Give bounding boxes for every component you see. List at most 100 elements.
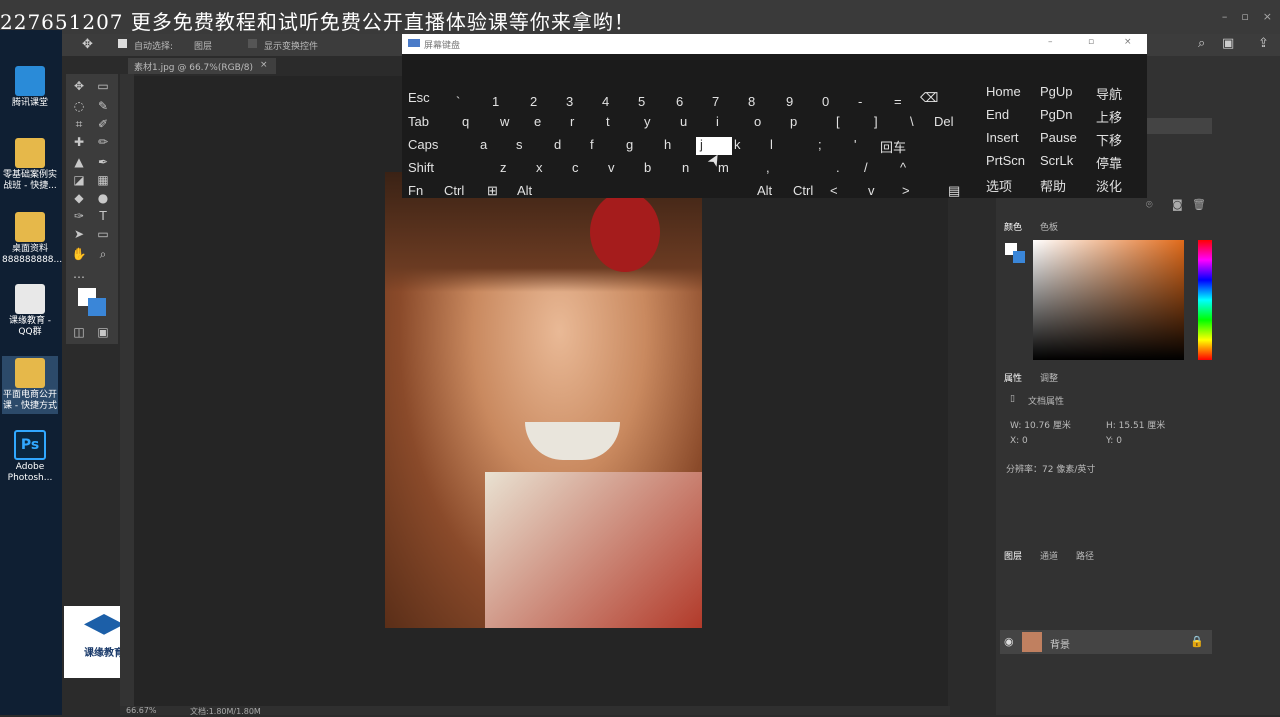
zoom-level[interactable]: 66.67% [126,706,157,715]
osk-key-'[interactable]: ' [854,137,856,152]
osk-key-,[interactable]: , [766,160,770,175]
osk-key-▤[interactable]: ▤ [948,183,960,199]
osk-key-8[interactable]: 8 [748,94,755,109]
osk-title-bar[interactable]: 屏幕键盘 – ▫ × [402,34,1147,54]
desktop-icon-folder-2[interactable]: 桌面资料 888888888... [2,212,62,266]
healing-brush-icon[interactable]: ✚ [70,134,88,150]
tab-channels[interactable]: 通道 [1040,549,1058,562]
osk-key-=[interactable]: = [894,94,902,109]
visibility-eye-icon[interactable]: ◉ [1004,635,1014,648]
osk-key-h[interactable]: h [664,137,671,152]
tab-layers[interactable]: 图层 [1004,549,1022,562]
osk-key-Tab[interactable]: Tab [408,114,429,129]
quick-mask-icon[interactable]: ◫ [70,324,88,340]
osk-key-Alt[interactable]: Alt [517,183,532,198]
osk-nav-key-Insert[interactable]: Insert [986,130,1019,145]
osk-key-s[interactable]: s [516,137,523,152]
tab-color[interactable]: 颜色 [1004,220,1022,233]
osk-key-3[interactable]: 3 [566,94,573,109]
minimize-button[interactable]: – [1222,10,1228,23]
document-tab[interactable]: 素材1.jpg @ 66.7%(RGB/8) × [128,58,276,74]
osk-key-q[interactable]: q [462,114,469,129]
osk-key-v[interactable]: v [608,160,615,175]
blur-tool-icon[interactable]: ◆ [70,190,88,206]
shape-tool-icon[interactable]: ▭ [94,226,112,242]
osk-key-Shift[interactable]: Shift [408,160,434,175]
osk-nav-key-Pause[interactable]: Pause [1040,130,1077,145]
eraser-tool-icon[interactable]: ◪ [70,172,88,188]
pen-tool-icon[interactable]: ✑ [70,208,88,224]
osk-key-n[interactable]: n [682,160,689,175]
osk-key-p[interactable]: p [790,114,797,129]
osk-key-y[interactable]: y [644,114,651,129]
osk-key-a[interactable]: a [480,137,487,152]
osk-close-button[interactable]: × [1124,37,1132,47]
tab-swatches[interactable]: 色板 [1040,220,1058,233]
osk-nav-key-导航[interactable]: 导航 [1096,84,1122,103]
color-picker-field[interactable] [1033,240,1184,360]
osk-key-<[interactable]: < [830,183,838,198]
tab-paths[interactable]: 路径 [1076,549,1094,562]
osk-key-e[interactable]: e [534,114,541,129]
osk-nav-key-PgUp[interactable]: PgUp [1040,84,1073,99]
osk-key-v[interactable]: v [868,183,875,198]
osk-nav-key-Home[interactable]: Home [986,84,1021,99]
osk-key-g[interactable]: g [626,137,633,152]
osk-key-6[interactable]: 6 [676,94,683,109]
workspace-icon[interactable]: ▣ [1222,36,1234,51]
new-snapshot-icon[interactable]: ◙ [1172,198,1183,211]
type-tool-icon[interactable]: T [94,208,112,224]
osk-key-u[interactable]: u [680,114,687,129]
osk-key-9[interactable]: 9 [786,94,793,109]
osk-key-`[interactable]: ` [456,94,460,109]
desktop-icon-photoshop[interactable]: Ps Adobe Photosh... [2,430,58,484]
quick-select-tool-icon[interactable]: ✎ [94,98,112,114]
more-tools-icon[interactable]: … [70,266,88,282]
osk-key-b[interactable]: b [644,160,651,175]
osk-key-7[interactable]: 7 [712,94,719,109]
move-icon[interactable]: ✥ [82,37,93,52]
desktop-icon-doc[interactable]: 课缘教育 -QQ群 [2,284,58,338]
bg-chip[interactable] [1013,251,1025,263]
show-transform-checkbox[interactable] [248,39,257,48]
osk-nav-key-End[interactable]: End [986,107,1009,122]
osk-key-d[interactable]: d [554,137,561,152]
osk-key-l[interactable]: l [770,137,773,152]
osk-key-i[interactable]: i [716,114,719,129]
osk-key-t[interactable]: t [606,114,610,129]
desktop-icon-folder-1[interactable]: 零基础案例实战班 - 快捷... [2,138,58,192]
osk-key-f[interactable]: f [590,137,594,152]
hue-slider[interactable] [1198,240,1212,360]
auto-select-checkbox[interactable] [118,39,127,48]
marquee-tool-icon[interactable]: ▭ [94,78,112,94]
osk-key-r[interactable]: r [570,114,574,129]
history-brush-icon[interactable]: ✒ [94,154,112,170]
hand-tool-icon[interactable]: ✋ [70,246,88,262]
restore-button[interactable]: ▫ [1241,10,1248,23]
osk-key-x[interactable]: x [536,160,543,175]
osk-key-win[interactable]: ⊞ [487,183,498,199]
osk-key-Del[interactable]: Del [934,114,954,129]
osk-key-0[interactable]: 0 [822,94,829,109]
osk-nav-key-选项[interactable]: 选项 [986,176,1012,195]
screen-mode-icon[interactable]: ▣ [94,324,112,340]
osk-key-1[interactable]: 1 [492,94,499,109]
brush-tool-icon[interactable]: ✏ [94,134,112,150]
osk-nav-key-PgDn[interactable]: PgDn [1040,107,1073,122]
trash-icon[interactable]: 🗑 [1192,198,1206,211]
stamp-tool-icon[interactable]: ▲ [70,154,88,170]
osk-key-Esc[interactable]: Esc [408,90,430,105]
osk-key--[interactable]: - [858,94,862,109]
tab-properties[interactable]: 属性 [1004,371,1022,384]
osk-key-[[interactable]: [ [836,114,840,129]
osk-key-Caps[interactable]: Caps [408,137,438,152]
osk-nav-key-帮助[interactable]: 帮助 [1040,176,1066,195]
osk-nav-key-下移[interactable]: 下移 [1096,130,1122,149]
osk-key-k[interactable]: k [734,137,741,152]
osk-key-/[interactable]: / [864,160,868,175]
osk-key-4[interactable]: 4 [602,94,609,109]
tab-adjustments[interactable]: 调整 [1040,371,1058,384]
osk-key-⌫[interactable]: ⌫ [920,90,938,106]
window-controls[interactable]: – ▫ × [1222,10,1272,23]
osk-key-Ctrl[interactable]: Ctrl [444,183,464,198]
